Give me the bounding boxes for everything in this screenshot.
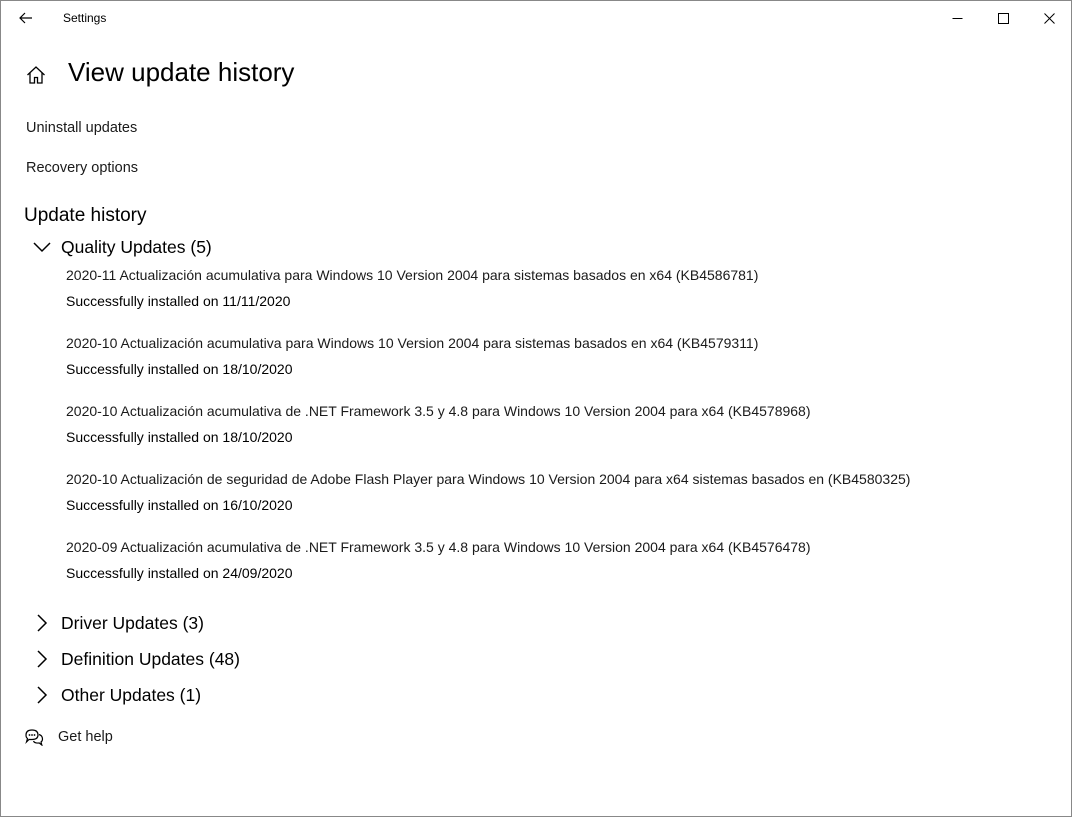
quality-updates-group-toggle[interactable]: Quality Updates (5): [31, 235, 212, 259]
chevron-down-icon: [31, 236, 53, 258]
home-button[interactable]: [23, 61, 49, 89]
update-entry: 2020-09 Actualización acumulativa de .NE…: [66, 539, 811, 581]
update-entry: 2020-10 Actualización acumulativa de .NE…: [66, 403, 811, 445]
chat-help-icon: [25, 729, 44, 746]
minimize-icon: [952, 17, 962, 19]
settings-window: Settings View update history Uninstall u…: [0, 0, 1072, 817]
driver-updates-label: Driver Updates (3): [61, 612, 204, 633]
maximize-button[interactable]: [980, 1, 1026, 35]
definition-updates-label: Definition Updates (48): [61, 648, 240, 669]
page-title: View update history: [68, 57, 295, 87]
close-icon: [1043, 12, 1055, 24]
chevron-right-icon: [31, 612, 53, 634]
update-entry: 2020-10 Actualización de seguridad de Ad…: [66, 471, 910, 513]
update-history-heading: Update history: [24, 205, 147, 226]
quality-updates-label: Quality Updates (5): [61, 236, 212, 257]
chevron-right-icon: [31, 684, 53, 706]
update-name-link[interactable]: 2020-10 Actualización acumulativa para W…: [66, 335, 758, 351]
chevron-right-icon: [31, 648, 53, 670]
uninstall-updates-link[interactable]: Uninstall updates: [26, 120, 137, 136]
other-updates-group-toggle[interactable]: Other Updates (1): [31, 683, 201, 707]
minimize-button[interactable]: [934, 1, 980, 35]
update-status: Successfully installed on 24/09/2020: [66, 565, 293, 581]
update-status: Successfully installed on 18/10/2020: [66, 429, 293, 445]
update-entry: 2020-11 Actualización acumulativa para W…: [66, 267, 758, 309]
update-name-link[interactable]: 2020-10 Actualización acumulativa de .NE…: [66, 403, 811, 419]
update-name-link[interactable]: 2020-09 Actualización acumulativa de .NE…: [66, 539, 811, 555]
get-help-link[interactable]: Get help: [24, 728, 113, 746]
maximize-icon: [997, 12, 1009, 24]
update-status: Successfully installed on 18/10/2020: [66, 361, 293, 377]
window-title: Settings: [63, 11, 107, 25]
title-bar: Settings: [1, 1, 1071, 35]
back-button[interactable]: [11, 5, 41, 31]
update-status: Successfully installed on 16/10/2020: [66, 497, 293, 513]
recovery-options-link[interactable]: Recovery options: [26, 160, 138, 176]
definition-updates-group-toggle[interactable]: Definition Updates (48): [31, 647, 240, 671]
update-name-link[interactable]: 2020-10 Actualización de seguridad de Ad…: [66, 471, 910, 487]
update-entry: 2020-10 Actualización acumulativa para W…: [66, 335, 758, 377]
driver-updates-group-toggle[interactable]: Driver Updates (3): [31, 611, 204, 635]
back-arrow-icon: [19, 12, 32, 24]
other-updates-label: Other Updates (1): [61, 684, 202, 705]
update-name-link[interactable]: 2020-11 Actualización acumulativa para W…: [66, 267, 758, 283]
home-icon: [27, 66, 45, 84]
update-status: Successfully installed on 11/11/2020: [66, 293, 291, 309]
get-help-label: Get help: [58, 729, 113, 745]
close-button[interactable]: [1026, 1, 1072, 35]
